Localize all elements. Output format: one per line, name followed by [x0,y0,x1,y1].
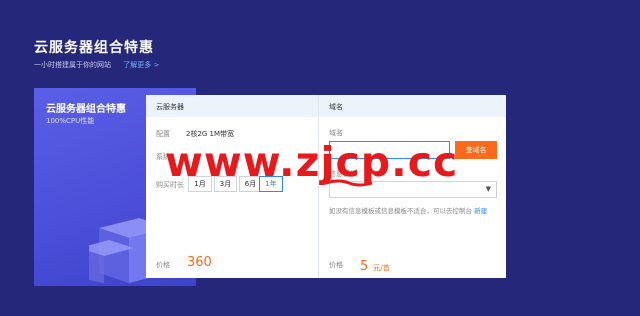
create-template-link[interactable]: 新建 [474,207,487,215]
watermark-text: www.zjcp.cc [165,138,459,186]
domain-price-unit: 元/首 [373,264,390,272]
server-section-header: 云服务器 [146,95,318,117]
domain-price: 5 元/首 [360,255,390,274]
domain-label: 域名 [329,129,343,137]
search-domain-button[interactable]: 查域名 [455,141,497,159]
domain-price-value: 5 [360,259,369,274]
section-divider [318,95,319,278]
promo-title: 云服务器组合特惠 [46,104,126,115]
subtitle-text: 一小时搭建属于你的网站 [34,61,111,69]
domain-section-header: 域名 [319,95,506,117]
red-scribble-mark [325,179,373,187]
template-note: 如没有信息模板或信息模板不适合，可以去控制台 新建 [329,205,499,217]
page-title: 云服务器组合特惠 [34,40,154,56]
template-note-text: 如没有信息模板或信息模板不适合，可以去控制台 [329,207,472,215]
server-price-label: 价格 [156,261,170,269]
domain-price-label: 价格 [329,261,343,269]
promo-subtitle: 100%CPU性能 [46,117,95,125]
page-subtitle: 一小时搭建属于你的网站 了解更多 > [34,60,159,70]
learn-more-link[interactable]: 了解更多 > [123,61,159,69]
server-price-value: 360 [187,255,212,270]
caret-down-icon: ▼ [485,185,491,193]
